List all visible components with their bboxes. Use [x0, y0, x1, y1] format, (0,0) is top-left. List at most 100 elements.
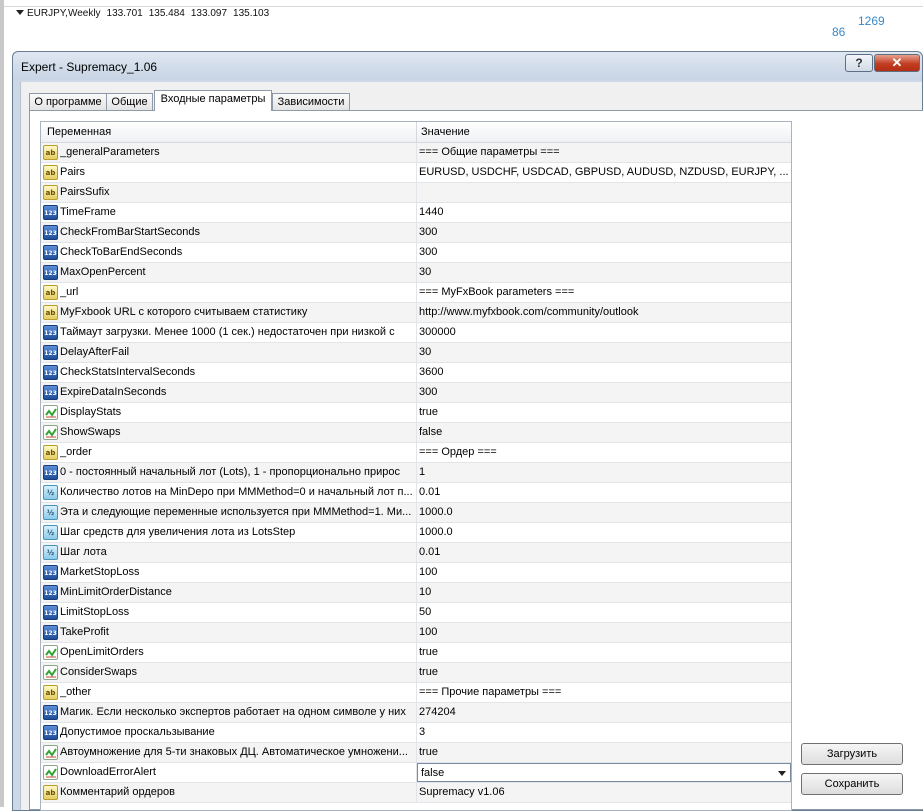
parameter-row[interactable]: ½ Количество лотов на MinDepo при MMMetho…: [41, 483, 791, 503]
integer-type-icon: 123: [43, 325, 58, 340]
parameter-value[interactable]: 3: [419, 726, 789, 738]
parameter-value[interactable]: 100: [419, 626, 789, 638]
parameter-row[interactable]: 123 TimeFrame 1440: [41, 203, 791, 223]
parameter-value[interactable]: true: [419, 646, 789, 658]
parameter-value[interactable]: 300: [419, 386, 789, 398]
parameter-value[interactable]: 0.01: [419, 486, 789, 498]
parameter-value[interactable]: 1000.0: [419, 506, 789, 518]
parameter-row[interactable]: ab _url === MyFxBook parameters ===: [41, 283, 791, 303]
parameters-grid[interactable]: Переменная Значение ab _generalParameters…: [40, 121, 792, 811]
tab-inputs[interactable]: Входные параметры: [154, 90, 272, 111]
tab-common[interactable]: Общие: [106, 93, 153, 110]
parameter-value[interactable]: 0.01: [419, 546, 789, 558]
parameter-value[interactable]: false: [419, 426, 789, 438]
parameter-value[interactable]: Supremacy v1.06: [419, 786, 789, 798]
parameter-value[interactable]: === Общие параметры ===: [419, 146, 789, 158]
column-header-variable[interactable]: Переменная: [47, 126, 111, 138]
parameter-value[interactable]: 274204: [419, 706, 789, 718]
parameter-row[interactable]: 123 CheckToBarEndSeconds 300: [41, 243, 791, 263]
cell-divider: [416, 563, 417, 583]
parameter-row[interactable]: ShowSwaps false: [41, 423, 791, 443]
parameter-row[interactable]: 123 Магик. Если несколько экспертов работ…: [41, 703, 791, 723]
value-select[interactable]: false: [417, 763, 791, 782]
column-divider[interactable]: [416, 122, 417, 142]
parameter-row[interactable]: 123 LimitStopLoss 50: [41, 603, 791, 623]
parameter-row[interactable]: ab _generalParameters === Общие параметры …: [41, 143, 791, 163]
parameter-value[interactable]: 30: [419, 346, 789, 358]
load-button[interactable]: Загрузить: [801, 743, 903, 765]
cell-divider: [416, 503, 417, 523]
parameter-value[interactable]: === MyFxBook parameters ===: [419, 286, 789, 298]
close-button[interactable]: ✕: [874, 54, 920, 72]
parameter-name: ShowSwaps: [60, 426, 121, 438]
parameter-row[interactable]: ab _other === Прочие параметры ===: [41, 683, 791, 703]
chart-header: EURJPY,Weekly 133.701 135.484 133.097 135.10…: [16, 8, 275, 19]
parameter-value[interactable]: true: [419, 746, 789, 758]
parameter-value[interactable]: 50: [419, 606, 789, 618]
chart-divider: [4, 6, 923, 7]
parameter-value[interactable]: 10: [419, 586, 789, 598]
parameter-value[interactable]: 100: [419, 566, 789, 578]
parameter-value[interactable]: EURUSD, USDCHF, USDCAD, GBPUSD, AUDUSD, …: [419, 166, 789, 178]
parameter-row[interactable]: ConsiderSwaps true: [41, 663, 791, 683]
parameter-row[interactable]: 123 MarketStopLoss 100: [41, 563, 791, 583]
parameter-row[interactable]: 123 MaxOpenPercent 30: [41, 263, 791, 283]
parameter-row[interactable]: Автоумножение для 5-ти знаковых ДЦ. Авто…: [41, 743, 791, 763]
parameter-row[interactable]: 123 CheckStatsIntervalSeconds 3600: [41, 363, 791, 383]
dropdown-triangle-icon[interactable]: [16, 10, 24, 15]
parameter-row[interactable]: 123 ExpireDataInSeconds 300: [41, 383, 791, 403]
help-button[interactable]: ?: [845, 54, 873, 72]
parameter-value[interactable]: 3600: [419, 366, 789, 378]
parameter-row[interactable]: ½ Шаг лота 0.01: [41, 543, 791, 563]
parameter-row[interactable]: 123 Таймаут загрузки. Менее 1000 (1 сек.)…: [41, 323, 791, 343]
string-type-icon: ab: [43, 185, 58, 200]
parameter-value[interactable]: === Прочие параметры ===: [419, 686, 789, 698]
parameter-row[interactable]: 123 MinLimitOrderDistance 10: [41, 583, 791, 603]
parameter-row[interactable]: DownloadErrorAlert false: [41, 763, 791, 783]
integer-type-icon: 123: [43, 245, 58, 260]
parameter-row[interactable]: 123 Допустимое проскальзывание 3: [41, 723, 791, 743]
cell-divider: [416, 663, 417, 683]
parameter-value[interactable]: true: [419, 406, 789, 418]
parameter-row[interactable]: 123 CheckFromBarStartSeconds 300: [41, 223, 791, 243]
cell-divider: [416, 523, 417, 543]
tab-about[interactable]: О программе: [29, 93, 107, 110]
parameter-row[interactable]: 123 DelayAfterFail 30: [41, 343, 791, 363]
parameter-value[interactable]: 300: [419, 246, 789, 258]
parameter-row[interactable]: ab PairsSufix: [41, 183, 791, 203]
parameter-row[interactable]: 123 TakeProfit 100: [41, 623, 791, 643]
parameter-name: CheckStatsIntervalSeconds: [60, 366, 196, 378]
chart-left-edge: [0, 0, 4, 807]
parameter-value[interactable]: true: [419, 666, 789, 678]
parameter-value[interactable]: 1000.0: [419, 526, 789, 538]
cell-divider: [416, 783, 417, 803]
cell-divider: [416, 263, 417, 283]
parameter-row[interactable]: 123 0 - постоянный начальный лот (Lots), …: [41, 463, 791, 483]
parameter-row[interactable]: DisplayStats true: [41, 403, 791, 423]
column-header-value[interactable]: Значение: [421, 126, 470, 138]
parameter-row[interactable]: ab Комментарий ордеров Supremacy v1.06: [41, 783, 791, 803]
parameter-row[interactable]: ab MyFxbook URL с которого считываем стат…: [41, 303, 791, 323]
parameter-value[interactable]: 300000: [419, 326, 789, 338]
select-value: false: [421, 767, 445, 779]
parameter-name: _url: [60, 286, 79, 298]
chevron-down-icon[interactable]: [778, 771, 786, 776]
parameter-value[interactable]: === Ордер ===: [419, 446, 789, 458]
tab-dependencies[interactable]: Зависимости: [272, 93, 350, 110]
cell-divider: [416, 623, 417, 643]
save-button[interactable]: Сохранить: [801, 773, 903, 795]
parameter-row[interactable]: ½ Шаг средств для увеличения лота из Lots…: [41, 523, 791, 543]
parameter-value[interactable]: 1: [419, 466, 789, 478]
parameter-value[interactable]: 30: [419, 266, 789, 278]
parameter-row[interactable]: ab _order === Ордер ===: [41, 443, 791, 463]
integer-type-icon: 123: [43, 365, 58, 380]
boolean-type-icon: [43, 405, 58, 420]
parameter-row[interactable]: ab Pairs EURUSD, USDCHF, USDCAD, GBPUSD, A…: [41, 163, 791, 183]
parameter-value[interactable]: 1440: [419, 206, 789, 218]
dialog-titlebar[interactable]: Expert - Supremacy_1.06 ? ✕: [13, 52, 922, 80]
parameter-row[interactable]: ½ Эта и следующие переменные используется…: [41, 503, 791, 523]
string-type-icon: ab: [43, 165, 58, 180]
parameter-row[interactable]: OpenLimitOrders true: [41, 643, 791, 663]
parameter-value[interactable]: 300: [419, 226, 789, 238]
parameter-value[interactable]: http://www.myfxbook.com/community/outloo…: [419, 306, 789, 318]
